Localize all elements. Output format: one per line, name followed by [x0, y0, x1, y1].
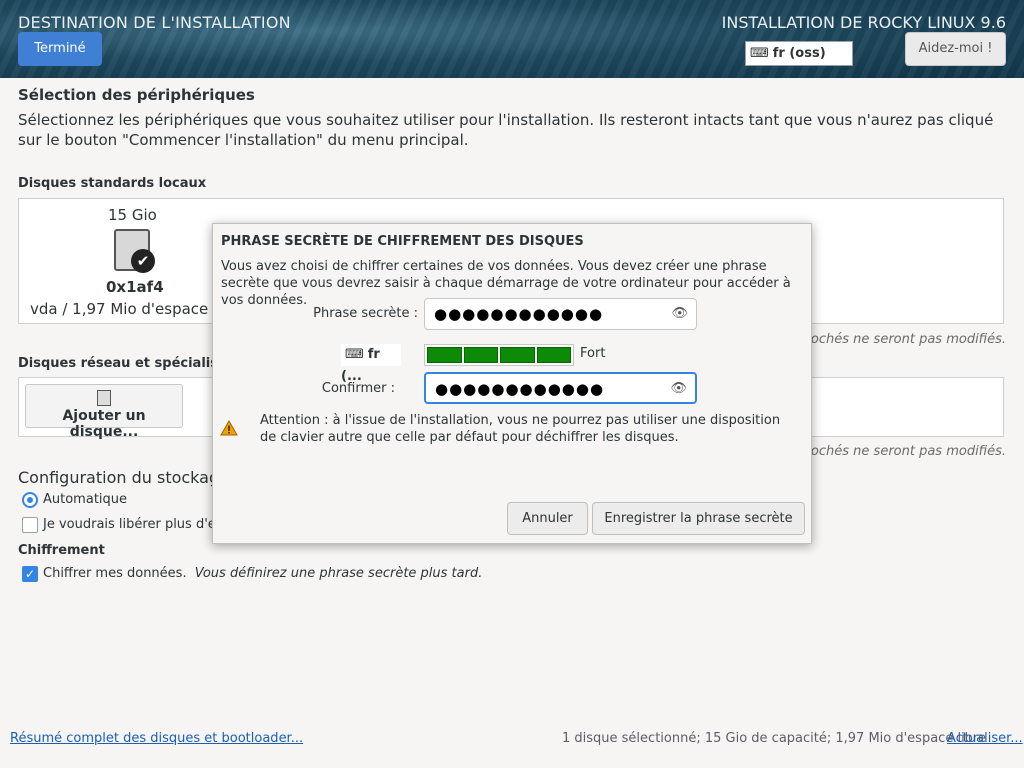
add-disk-button[interactable]: Ajouter un disque... [25, 384, 183, 440]
encrypt-label: Chiffrer mes données. [43, 566, 187, 581]
keyboard-layout-indicator[interactable]: ⌨ fr (oss) [745, 41, 853, 66]
encrypt-hint: Vous définirez une phrase secrète plus t… [194, 566, 483, 581]
network-disks-heading: Disques réseau et spécialisés [18, 356, 235, 371]
strength-segment [500, 347, 535, 363]
encryption-heading: Chiffrement [18, 543, 105, 558]
refresh-link[interactable]: Actualiser... [947, 731, 1023, 746]
local-disks-heading: Disques standards locaux [18, 176, 207, 191]
keyboard-icon: ⌨ [345, 347, 364, 362]
encrypt-checkbox[interactable]: ✓ [22, 566, 38, 582]
automatic-label: Automatique [43, 492, 128, 507]
disk-size: 15 Gio [108, 206, 157, 224]
strength-meter [424, 344, 574, 366]
device-selection-description: Sélectionnez les périphériques que vous … [18, 111, 994, 149]
keyboard-layout-chip[interactable]: ⌨ fr (... [341, 344, 401, 384]
strength-segment [536, 347, 571, 363]
help-button[interactable]: Aidez-moi ! [905, 32, 1006, 66]
automatic-radio[interactable] [22, 492, 38, 508]
keyboard-icon: ⌨ [750, 46, 769, 61]
warning-text: Attention : à l'issue de l'installation,… [260, 413, 781, 445]
page-title: DESTINATION DE L'INSTALLATION [18, 13, 291, 32]
unchecked-note-network: décochés ne seront pas modifiés. [787, 444, 1006, 459]
dialog-title: PHRASE SECRÈTE DE CHIFFREMENT DES DISQUE… [221, 234, 584, 249]
confirm-input[interactable]: ●●●●●●●●●●●● 👁 [424, 372, 697, 404]
disk-id: 0x1af4 [106, 278, 164, 296]
show-password-icon[interactable]: 👁 [671, 306, 688, 321]
show-confirm-icon[interactable]: 👁 [670, 381, 687, 396]
passphrase-label: Phrase secrète : [313, 306, 418, 321]
cancel-button[interactable]: Annuler [507, 502, 588, 535]
checkmark-icon: ✔ [131, 249, 155, 273]
done-button[interactable]: Terminé [18, 32, 102, 66]
add-disk-label: Ajouter un disque... [62, 408, 146, 440]
disk-summary-link[interactable]: Résumé complet des disques et bootloader… [10, 731, 303, 746]
device-selection-heading: Sélection des périphériques [18, 86, 255, 104]
unchecked-note: décochés ne seront pas modifiés. [787, 332, 1006, 347]
encrypt-row: Chiffrer mes données. Vous définirez une… [43, 566, 482, 581]
keyboard-layout-label: fr (oss) [772, 46, 826, 61]
disk-icon [97, 390, 111, 406]
warning-icon [220, 420, 238, 436]
confirm-label: Confirmer : [321, 381, 395, 396]
disk-status-text: 1 disque sélectionné; 15 Gio de capacité… [562, 731, 986, 746]
passphrase-dialog: PHRASE SECRÈTE DE CHIFFREMENT DES DISQUE… [212, 223, 812, 544]
strength-segment [463, 347, 498, 363]
confirm-value: ●●●●●●●●●●●● [435, 380, 605, 398]
passphrase-input[interactable]: ●●●●●●●●●●●● 👁 [424, 298, 697, 330]
save-passphrase-button[interactable]: Enregistrer la phrase secrète [592, 502, 805, 535]
strength-label: Fort [580, 346, 606, 361]
strength-segment [427, 347, 462, 363]
free-space-checkbox[interactable] [22, 517, 38, 533]
header-banner: DESTINATION DE L'INSTALLATION Terminé IN… [0, 0, 1024, 78]
product-title: INSTALLATION DE ROCKY LINUX 9.6 [721, 13, 1006, 32]
storage-config-heading: Configuration du stockage [18, 468, 229, 487]
passphrase-value: ●●●●●●●●●●●● [434, 305, 604, 323]
